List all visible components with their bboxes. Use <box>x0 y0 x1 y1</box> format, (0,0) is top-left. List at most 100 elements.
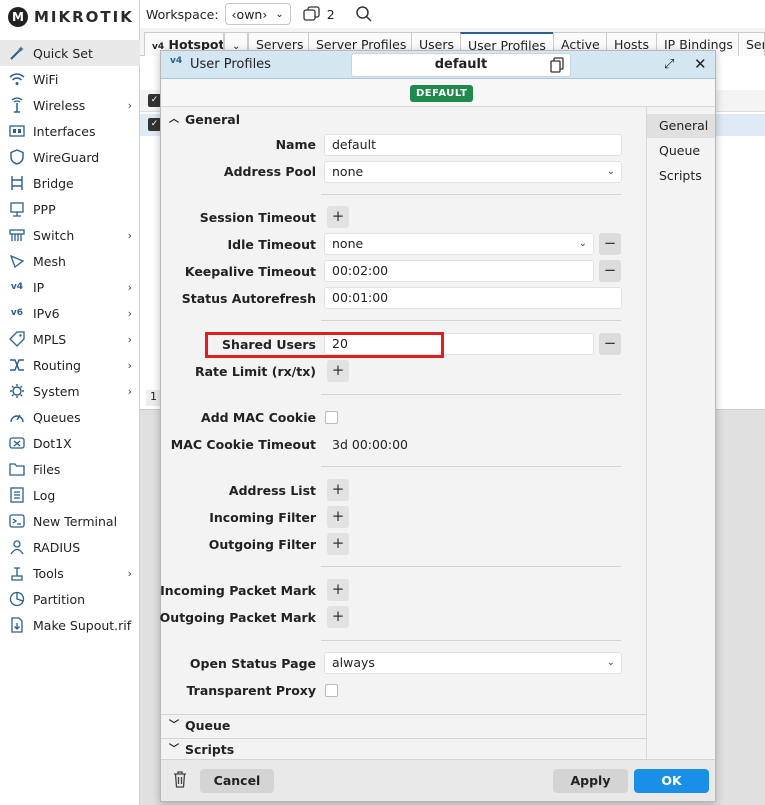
highlight-box <box>205 332 444 358</box>
section-scripts-header[interactable]: ﹀ Scripts <box>161 738 647 760</box>
ok-button[interactable]: OK <box>634 769 709 793</box>
expand-icon[interactable]: ⤢ <box>664 57 674 72</box>
incoming-packet-mark-label: Incoming Packet Mark <box>160 583 316 598</box>
divider <box>321 640 621 641</box>
sidebar-item-routing[interactable]: Routing › <box>0 352 140 378</box>
sidebar-item-dot1x[interactable]: Dot1X <box>0 430 140 456</box>
sidebar-item-ipv6[interactable]: v6 IPv6 › <box>0 300 140 326</box>
trash-icon[interactable] <box>173 771 187 791</box>
log-icon <box>7 486 27 504</box>
sidebar-item-make-supout[interactable]: Make Supout.rif <box>0 612 140 638</box>
keepalive-timeout-field[interactable]: 00:02:00 <box>324 260 594 282</box>
name-label: Name <box>275 137 316 152</box>
workspace-select[interactable]: ‹own› ⌄ <box>224 3 291 25</box>
outgoing-packet-mark-label: Outgoing Packet Mark <box>159 610 316 625</box>
sidebar-item-wireless[interactable]: Wireless › <box>0 92 140 118</box>
divider <box>321 566 621 567</box>
badge-row: DEFAULT <box>161 79 715 107</box>
wireguard-icon <box>7 148 27 166</box>
dialog-record-name: default <box>351 53 571 77</box>
ip-icon: v4 <box>10 282 24 292</box>
outgoing-filter-add-button[interactable]: + <box>327 533 349 555</box>
rate-limit-add-button[interactable]: + <box>327 360 349 382</box>
chevron-right-icon: › <box>127 332 132 346</box>
add-mac-cookie-checkbox[interactable] <box>325 411 338 424</box>
idle-timeout-remove-button[interactable]: − <box>599 233 621 255</box>
sidebar-item-mesh[interactable]: Mesh <box>0 248 140 274</box>
address-list-add-button[interactable]: + <box>327 479 349 501</box>
section-general-header[interactable]: ︿ General <box>161 109 647 131</box>
tab-overflow[interactable]: Ser <box>738 32 765 56</box>
sidebar-item-radius[interactable]: RADIUS <box>0 534 140 560</box>
sidebar-item-wifi[interactable]: WiFi <box>0 66 140 92</box>
close-icon[interactable]: ✕ <box>694 55 707 73</box>
brand-name: MIKROTIK <box>34 8 134 26</box>
shared-users-remove-button[interactable]: − <box>599 333 621 355</box>
windows-button[interactable]: 2 <box>303 6 335 22</box>
mac-cookie-timeout-value: 3d 00:00:00 <box>332 437 409 452</box>
section-nav: General Queue Scripts <box>647 107 715 759</box>
sidebar-item-switch[interactable]: Switch › <box>0 222 140 248</box>
sidebar-item-partition[interactable]: Partition <box>0 586 140 612</box>
idle-timeout-label: Idle Timeout <box>227 237 317 252</box>
sidebar-item-label: Interfaces <box>33 123 96 139</box>
sidebar-item-label: Queues <box>33 409 81 425</box>
apply-button[interactable]: Apply <box>553 769 628 793</box>
open-status-page-select[interactable]: always ⌄ <box>324 652 622 674</box>
sidebar-item-label: Mesh <box>33 253 66 269</box>
transparent-proxy-checkbox[interactable] <box>325 684 338 697</box>
sidebar-item-label: Partition <box>33 591 86 607</box>
bridge-icon <box>7 174 27 192</box>
incoming-packet-mark-add-button[interactable]: + <box>327 579 349 601</box>
sidebar-item-label: Log <box>33 487 56 503</box>
address-pool-select[interactable]: none ⌄ <box>324 161 622 183</box>
sidebar-item-label: Quick Set <box>33 45 93 61</box>
brand-logo: M MIKROTIK <box>0 0 139 34</box>
sidebar-item-ip[interactable]: v4 IP › <box>0 274 140 300</box>
sidebar-item-new-terminal[interactable]: New Terminal <box>0 508 140 534</box>
top-bar: Workspace: ‹own› ⌄ 2 <box>140 0 765 28</box>
mpls-icon <box>7 330 27 348</box>
sidebar-item-label: Tools <box>33 565 64 581</box>
chevron-right-icon: › <box>127 98 132 112</box>
chevron-down-icon: ﹀ <box>169 720 179 731</box>
session-timeout-label: Session Timeout <box>199 210 316 225</box>
idle-timeout-select[interactable]: none ⌄ <box>324 233 594 255</box>
sidebar-item-label: New Terminal <box>33 513 118 529</box>
sidebar-item-label: MPLS <box>33 331 67 347</box>
sidebar-item-files[interactable]: Files <box>0 456 140 482</box>
sidebar-item-label: Routing <box>33 357 81 373</box>
sidebar-item-queues[interactable]: Queues <box>0 404 140 430</box>
session-timeout-add-button[interactable]: + <box>327 206 349 228</box>
sidebar-item-log[interactable]: Log <box>0 482 140 508</box>
sidebar-item-tools[interactable]: Tools › <box>0 560 140 586</box>
sidebar-item-label: Make Supout.rif <box>33 617 132 633</box>
cancel-button[interactable]: Cancel <box>200 769 274 793</box>
sidebar-item-bridge[interactable]: Bridge <box>0 170 140 196</box>
sidebar-item-label: RADIUS <box>33 539 81 555</box>
sidebar-item-interfaces[interactable]: Interfaces <box>0 118 140 144</box>
tab-label: Ser <box>746 37 765 52</box>
sidebar-item-mpls[interactable]: MPLS › <box>0 326 140 352</box>
section-nav-general[interactable]: General <box>647 114 715 138</box>
section-queue-header[interactable]: ﹀ Queue <box>161 714 647 736</box>
search-icon[interactable] <box>355 5 373 23</box>
chevron-down-icon: ⌄ <box>606 166 615 177</box>
sidebar-item-quick-set[interactable]: Quick Set <box>0 40 140 66</box>
sidebar-item-ppp[interactable]: PPP <box>0 196 140 222</box>
divider <box>321 394 621 395</box>
status-autorefresh-field[interactable]: 00:01:00 <box>324 287 622 309</box>
copy-icon[interactable] <box>550 57 564 81</box>
name-field[interactable]: default <box>324 134 622 156</box>
section-nav-scripts[interactable]: Scripts <box>647 164 715 188</box>
chevron-right-icon: › <box>127 358 132 372</box>
sidebar-item-system[interactable]: System › <box>0 378 140 404</box>
section-nav-queue[interactable]: Queue <box>647 139 715 163</box>
outgoing-packet-mark-add-button[interactable]: + <box>327 606 349 628</box>
keepalive-timeout-remove-button[interactable]: − <box>599 260 621 282</box>
sidebar-item-wireguard[interactable]: WireGuard <box>0 144 140 170</box>
sidebar-item-label: Wireless <box>33 97 86 113</box>
incoming-filter-add-button[interactable]: + <box>327 506 349 528</box>
dialog-header: v4 User Profiles default ⤢ ✕ <box>161 51 715 79</box>
switch-icon <box>7 226 27 244</box>
